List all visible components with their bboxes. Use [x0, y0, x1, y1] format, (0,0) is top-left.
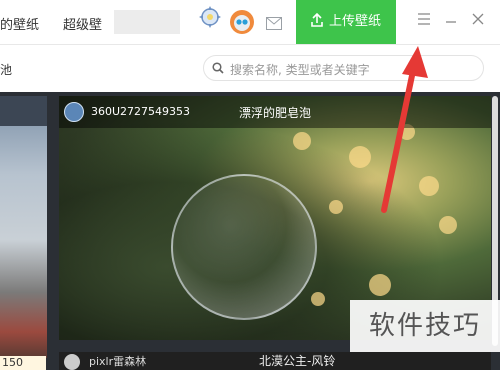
bokeh-light — [349, 146, 371, 168]
annotation-arrow-icon — [381, 46, 428, 213]
mail-icon[interactable] — [266, 15, 282, 34]
upload-icon — [311, 12, 323, 27]
bokeh-light — [311, 292, 325, 306]
soap-bubble — [171, 174, 317, 320]
upload-label: 上传壁纸 — [328, 14, 381, 29]
nav-super-wallpapers[interactable]: 超级壁 — [63, 14, 102, 33]
minimize-icon[interactable] — [443, 13, 459, 29]
bokeh-light — [293, 132, 311, 150]
uploader-avatar[interactable] — [64, 354, 80, 370]
wallpaper-title: 北漠公主-风铃 — [259, 354, 336, 368]
search-icon — [212, 62, 224, 74]
close-icon[interactable] — [470, 13, 486, 29]
nav-my-wallpapers[interactable]: 的壁纸 — [0, 14, 39, 33]
bokeh-light — [329, 200, 343, 214]
count-badge: 150 — [0, 356, 46, 370]
skin-icon[interactable] — [198, 5, 222, 37]
top-bar: 的壁纸 超级壁 上传壁纸 — [0, 0, 500, 45]
uploader-name[interactable]: pixlr雷森林 — [89, 353, 146, 369]
bokeh-light — [369, 274, 391, 296]
uploader-avatar[interactable] — [64, 102, 84, 122]
menu-icon[interactable] — [416, 13, 432, 29]
uploader-name[interactable]: 360U2727549353 — [91, 105, 190, 118]
upload-wallpaper-button[interactable]: 上传壁纸 — [296, 0, 396, 44]
wallpaper-card-next[interactable]: pixlr雷森林 北漠公主-风铃 — [59, 352, 491, 370]
card-title-strip — [0, 96, 47, 126]
watermark-text: 软件技巧 — [350, 300, 500, 352]
user-avatar[interactable] — [229, 9, 255, 39]
wallpaper-card-left[interactable] — [0, 96, 47, 358]
blurred-region — [114, 10, 180, 34]
category-label[interactable]: 池 — [0, 61, 12, 78]
wallpaper-title: 漂浮的肥皂泡 — [239, 106, 312, 120]
search-placeholder: 搜索名称, 类型或者关键字 — [230, 63, 370, 77]
